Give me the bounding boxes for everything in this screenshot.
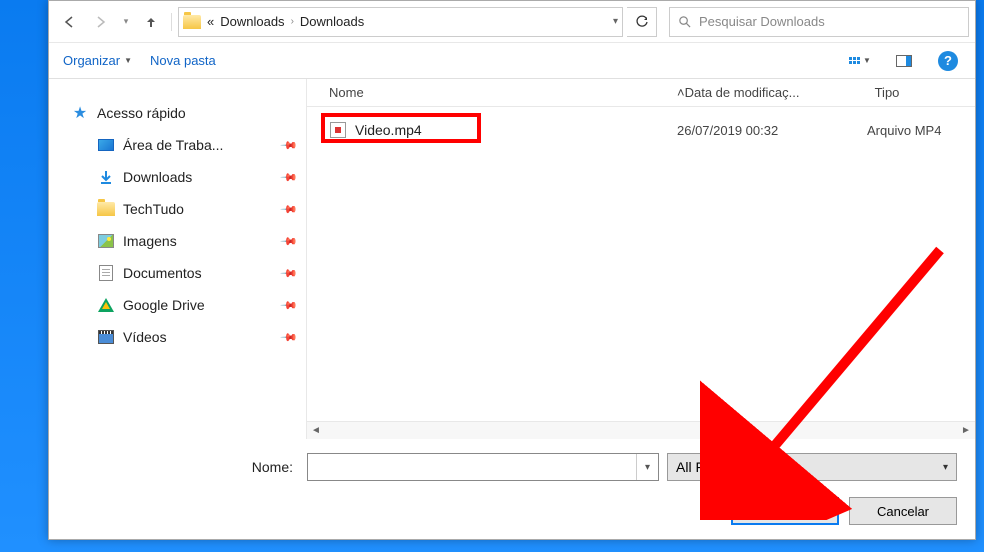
pin-icon: 📌: [280, 264, 299, 283]
folder-icon: [183, 13, 201, 31]
chevron-right-icon[interactable]: ›: [291, 16, 294, 27]
desktop-icon: [97, 136, 115, 154]
gdrive-icon: [97, 296, 115, 314]
main-area: ★ Acesso rápido Área de Traba... 📌 Downl…: [49, 79, 975, 439]
breadcrumb-item[interactable]: Downloads: [300, 14, 364, 29]
preview-pane-button[interactable]: [891, 48, 917, 74]
recent-dropdown[interactable]: ▾: [119, 8, 133, 36]
pin-icon: 📌: [280, 232, 299, 251]
address-bar[interactable]: « Downloads › Downloads ▾: [178, 7, 623, 37]
file-open-dialog: ▾ « Downloads › Downloads ▾ Pesquisar Do…: [48, 0, 976, 540]
folder-icon: [97, 200, 115, 218]
scroll-right-arrow[interactable]: ►: [957, 422, 975, 440]
sidebar-item-desktop[interactable]: Área de Traba... 📌: [49, 129, 306, 161]
sidebar-quick-access[interactable]: ★ Acesso rápido: [49, 97, 306, 129]
download-icon: [97, 168, 115, 186]
video-icon: [97, 328, 115, 346]
file-type: Arquivo MP4: [867, 123, 975, 138]
bottom-panel: Nome: ▾ All Files (*) ▾ Abrir Cancelar: [49, 439, 975, 539]
sidebar-item-downloads[interactable]: Downloads 📌: [49, 161, 306, 193]
filetype-select[interactable]: All Files (*) ▾: [667, 453, 957, 481]
filename-dropdown[interactable]: ▾: [636, 454, 658, 480]
back-button[interactable]: [55, 8, 83, 36]
file-modified: 26/07/2019 00:32: [677, 123, 867, 138]
sidebar-item-documents[interactable]: Documentos 📌: [49, 257, 306, 289]
horizontal-scrollbar[interactable]: ◄ ►: [307, 421, 975, 439]
pin-icon: 📌: [280, 200, 299, 219]
sidebar: ★ Acesso rápido Área de Traba... 📌 Downl…: [49, 79, 307, 439]
forward-button[interactable]: [87, 8, 115, 36]
refresh-button[interactable]: [627, 7, 657, 37]
chevron-down-icon: ▾: [943, 462, 948, 473]
column-headers: Nome ˄ Data de modificaç... Tipo: [307, 79, 975, 107]
filename-input[interactable]: ▾: [307, 453, 659, 481]
pin-icon: 📌: [280, 328, 299, 347]
mp4-file-icon: [329, 121, 347, 139]
help-icon: ?: [938, 51, 958, 71]
file-area: Nome ˄ Data de modificaç... Tipo Video.m…: [307, 79, 975, 439]
new-folder-button[interactable]: Nova pasta: [150, 53, 216, 68]
organize-menu[interactable]: Organizar▼: [63, 53, 132, 68]
up-button[interactable]: [137, 8, 165, 36]
image-icon: [97, 232, 115, 250]
chevron-down-icon: ▼: [863, 56, 871, 65]
cancel-button[interactable]: Cancelar: [849, 497, 957, 525]
address-row: ▾ « Downloads › Downloads ▾ Pesquisar Do…: [49, 1, 975, 43]
file-row[interactable]: Video.mp4 26/07/2019 00:32 Arquivo MP4: [307, 115, 975, 145]
column-type[interactable]: Tipo: [875, 85, 975, 100]
sidebar-item-videos[interactable]: Vídeos 📌: [49, 321, 306, 353]
sidebar-item-gdrive[interactable]: Google Drive 📌: [49, 289, 306, 321]
breadcrumb-back[interactable]: «: [207, 14, 214, 29]
sidebar-item-images[interactable]: Imagens 📌: [49, 225, 306, 257]
filename-label: Nome:: [67, 459, 299, 475]
sort-indicator: ˄: [677, 85, 685, 100]
breadcrumb-item[interactable]: Downloads: [220, 14, 284, 29]
search-input[interactable]: Pesquisar Downloads: [669, 7, 969, 37]
view-mode-button[interactable]: ▼: [847, 48, 873, 74]
open-button[interactable]: Abrir: [731, 497, 839, 525]
chevron-down-icon: ▼: [124, 56, 132, 65]
document-icon: [97, 264, 115, 282]
column-modified[interactable]: Data de modificaç...: [685, 85, 875, 100]
column-name[interactable]: Nome: [307, 85, 677, 100]
sidebar-item-techtudo[interactable]: TechTudo 📌: [49, 193, 306, 225]
file-list[interactable]: Video.mp4 26/07/2019 00:32 Arquivo MP4: [307, 107, 975, 421]
pin-icon: 📌: [280, 168, 299, 187]
scroll-left-arrow[interactable]: ◄: [307, 422, 325, 440]
help-button[interactable]: ?: [935, 48, 961, 74]
file-name: Video.mp4: [355, 122, 422, 138]
pin-icon: 📌: [280, 296, 299, 315]
address-dropdown[interactable]: ▾: [613, 16, 618, 27]
star-icon: ★: [71, 104, 89, 122]
pin-icon: 📌: [280, 136, 299, 155]
toolbar: Organizar▼ Nova pasta ▼ ?: [49, 43, 975, 79]
search-icon: [678, 15, 691, 28]
